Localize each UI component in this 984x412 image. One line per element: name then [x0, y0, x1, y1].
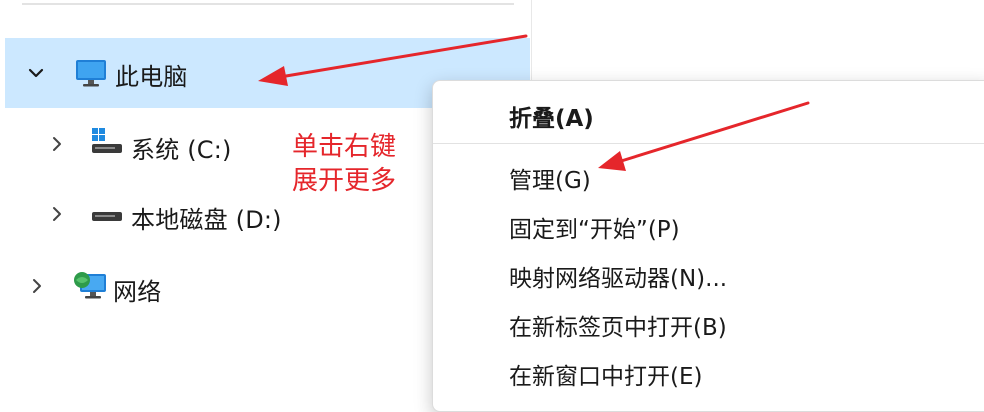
menu-item-map-network-drive[interactable]: 映射网络驱动器(N)...	[509, 259, 727, 293]
annotation-line: 单击右键	[292, 132, 397, 162]
menu-item-pin-to-start[interactable]: 固定到“开始”(P)	[509, 210, 680, 244]
monitor-icon	[75, 58, 107, 88]
menu-item-manage[interactable]: 管理(G)	[509, 161, 591, 195]
divider	[531, 0, 532, 82]
menu-item-open-new-tab[interactable]: 在新标签页中打开(B)	[509, 308, 727, 342]
annotation-line: 展开更多	[292, 166, 397, 196]
chevron-down-icon[interactable]	[25, 62, 47, 84]
chevron-right-icon[interactable]	[46, 133, 68, 155]
menu-item-collapse[interactable]: 折叠(A)	[509, 99, 594, 133]
tree-item-label: 网络	[113, 278, 162, 306]
tree-item-label: 此电脑	[115, 63, 188, 91]
tree-item-label: 系统 (C:)	[131, 136, 232, 164]
context-menu: 折叠(A) 管理(G) 固定到“开始”(P) 映射网络驱动器(N)... 在新标…	[432, 80, 984, 412]
chevron-right-icon[interactable]	[26, 275, 48, 297]
windows-drive-icon	[90, 126, 124, 158]
chevron-right-icon[interactable]	[46, 203, 68, 225]
annotation-text: 单击右键 展开更多	[292, 130, 396, 198]
menu-separator	[433, 143, 984, 144]
tree-item-label: 本地磁盘 (D:)	[131, 206, 282, 234]
network-icon	[72, 268, 108, 302]
menu-item-open-new-window[interactable]: 在新窗口中打开(E)	[509, 357, 702, 391]
hard-drive-icon	[90, 200, 124, 228]
divider	[22, 3, 514, 5]
